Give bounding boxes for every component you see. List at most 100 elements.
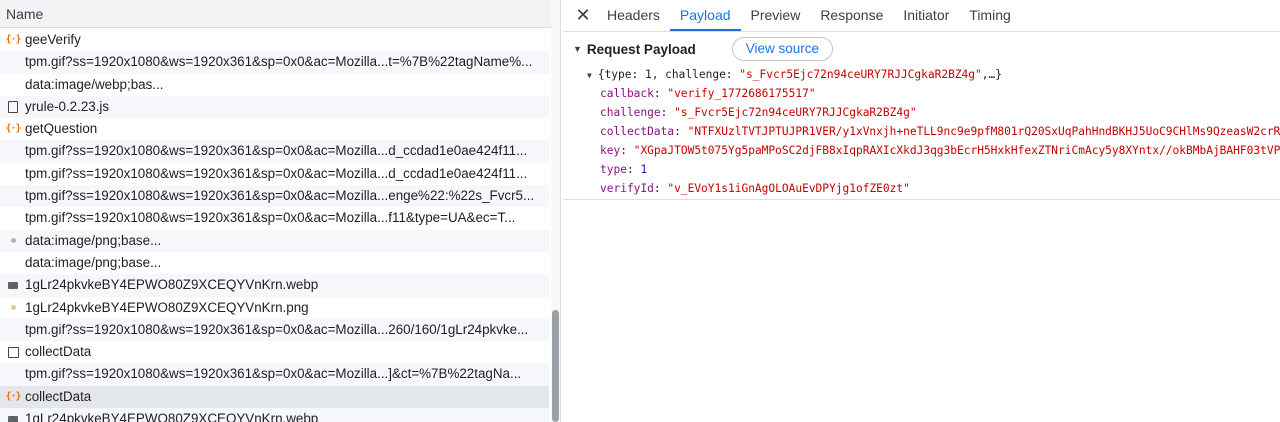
image-icon bbox=[6, 412, 20, 422]
request-row[interactable]: tpm.gif?ss=1920x1080&ws=1920x361&sp=0x0&… bbox=[0, 163, 549, 185]
payload-key: collectData bbox=[600, 125, 675, 138]
triangle-down-icon[interactable]: ▼ bbox=[573, 44, 582, 54]
name-column-header[interactable]: Name bbox=[0, 0, 560, 28]
payload-key: key bbox=[600, 144, 621, 157]
colon-separator: : bbox=[620, 144, 634, 157]
request-row[interactable]: 1gLr24pkvkeBY4EPWO80Z9XCEQYVnKrn.webp bbox=[0, 274, 549, 297]
colon-separator: : bbox=[653, 182, 668, 195]
request-name: data:image/png;base... bbox=[25, 254, 162, 270]
request-list-scrollbar[interactable] bbox=[551, 0, 560, 422]
request-name: 1gLr24pkvkeBY4EPWO80Z9XCEQYVnKrn.webp bbox=[25, 277, 319, 293]
xhr-icon: {·} bbox=[5, 122, 21, 136]
xhr-glyph: {·} bbox=[5, 34, 21, 45]
payload-value: "NTFXUzlTVTJPTUJPR1VER/y1xVnxjh+neTLL9nc… bbox=[687, 125, 1280, 138]
request-row[interactable]: {·} geeVerify bbox=[0, 29, 549, 51]
blank-icon bbox=[6, 167, 20, 181]
request-row[interactable]: tpm.gif?ss=1920x1080&ws=1920x361&sp=0x0&… bbox=[0, 207, 549, 229]
request-name: tpm.gif?ss=1920x1080&ws=1920x361&sp=0x0&… bbox=[25, 54, 533, 70]
colon-separator: : bbox=[626, 163, 641, 176]
xhr-icon: {·} bbox=[5, 33, 21, 47]
request-name: collectData bbox=[25, 344, 92, 360]
request-row[interactable]: tpm.gif?ss=1920x1080&ws=1920x361&sp=0x0&… bbox=[0, 318, 549, 342]
xhr-glyph: {·} bbox=[5, 123, 21, 135]
payload-field[interactable]: type: 1 bbox=[563, 160, 1280, 179]
blank-icon bbox=[6, 212, 20, 226]
request-name: tpm.gif?ss=1920x1080&ws=1920x361&sp=0x0&… bbox=[25, 188, 535, 204]
request-rows: {·} geeVerify tpm.gif?ss=1920x1080&ws=1920… bbox=[0, 29, 549, 422]
document-icon bbox=[6, 100, 20, 114]
request-name: 1gLr24pkvkeBY4EPWO80Z9XCEQYVnKrn.webp bbox=[25, 411, 319, 422]
summary-close: ,…} bbox=[981, 68, 1002, 81]
request-name: tpm.gif?ss=1920x1080&ws=1920x361&sp=0x0&… bbox=[25, 321, 529, 337]
payload-field[interactable]: challenge: "s_Fvcr5Ejc72n94ceURY7RJJCgka… bbox=[563, 103, 1280, 122]
blank-icon bbox=[6, 368, 20, 382]
request-list-pane: Name {·} geeVerify tpm.gif?ss=1920x1080&ws… bbox=[0, 0, 561, 422]
payload-key: type bbox=[600, 163, 627, 176]
payload-tree: ▼ {type: 1, challenge: "s_Fvcr5Ejc72n94ce… bbox=[563, 66, 1280, 198]
tab-timing[interactable]: Timing bbox=[959, 0, 1021, 31]
request-row[interactable]: 1gLr24pkvkeBY4EPWO80Z9XCEQYVnKrn.png bbox=[0, 297, 549, 319]
request-row[interactable]: 1gLr24pkvkeBY4EPWO80Z9XCEQYVnKrn.webp bbox=[0, 408, 549, 422]
colon-separator: : bbox=[660, 106, 675, 119]
image-icon bbox=[6, 278, 20, 292]
payload-summary[interactable]: ▼ {type: 1, challenge: "s_Fvcr5Ejc72n94ce… bbox=[563, 66, 1280, 84]
payload-value: "XGpaJTOW5t075Yg5paMPoSC2djFB8xIqpRAXIcX… bbox=[633, 144, 1280, 157]
payload-field[interactable]: key: "XGpaJTOW5t075Yg5paMPoSC2djFB8xIqpR… bbox=[563, 141, 1280, 160]
xhr-icon: {·} bbox=[5, 390, 21, 404]
blank-icon bbox=[6, 55, 20, 69]
request-row[interactable]: tpm.gif?ss=1920x1080&ws=1920x361&sp=0x0&… bbox=[0, 51, 549, 74]
request-row[interactable]: {·} collectData bbox=[0, 385, 549, 409]
blank-icon bbox=[6, 189, 20, 203]
request-row[interactable]: tpm.gif?ss=1920x1080&ws=1920x361&sp=0x0&… bbox=[0, 185, 549, 208]
scrollbar-thumb[interactable] bbox=[552, 310, 559, 422]
payload-value: "s_Fvcr5Ejc72n94ceURY7RJJCgkaR2BZ4g" bbox=[674, 106, 917, 119]
summary-open: {type: 1, challenge: bbox=[597, 68, 740, 81]
blank-icon bbox=[6, 256, 20, 270]
checkbox-glyph bbox=[7, 346, 19, 358]
request-name: tpm.gif?ss=1920x1080&ws=1920x361&sp=0x0&… bbox=[25, 210, 516, 226]
request-row[interactable]: tpm.gif?ss=1920x1080&ws=1920x361&sp=0x0&… bbox=[0, 363, 549, 386]
colon-separator: : bbox=[674, 125, 688, 138]
request-name: tpm.gif?ss=1920x1080&ws=1920x361&sp=0x0&… bbox=[25, 165, 528, 181]
payload-field[interactable]: callback: "verify_1772686175517" bbox=[563, 84, 1280, 103]
request-name: getQuestion bbox=[25, 121, 98, 137]
checkbox-icon bbox=[6, 345, 20, 359]
request-payload-section[interactable]: ▼ Request Payload View source bbox=[563, 32, 1280, 66]
colon-separator: : bbox=[653, 87, 668, 100]
request-name: tpm.gif?ss=1920x1080&ws=1920x361&sp=0x0&… bbox=[25, 143, 528, 159]
payload-key: verifyId bbox=[600, 182, 654, 195]
divider bbox=[563, 199, 1280, 200]
request-name: collectData bbox=[25, 388, 92, 404]
payload-value: "verify_1772686175517" bbox=[667, 87, 816, 100]
payload-field[interactable]: verifyId: "v_EVoY1s1iGnAgOLOAuEvDPYjg1of… bbox=[563, 179, 1280, 198]
request-row[interactable]: data:image/png;base... bbox=[0, 252, 549, 274]
request-detail-pane: ✕ Headers Payload Preview Response Initiator… bbox=[563, 0, 1280, 422]
payload-key: challenge bbox=[600, 106, 661, 119]
section-title: Request Payload bbox=[586, 41, 696, 57]
dot-glyph bbox=[10, 238, 16, 244]
request-name: data:image/png;base... bbox=[25, 232, 162, 248]
triangle-down-icon[interactable]: ▼ bbox=[587, 71, 592, 80]
request-row[interactable]: collectData bbox=[0, 341, 549, 363]
blank-icon bbox=[6, 323, 20, 337]
tab-headers[interactable]: Headers bbox=[597, 0, 670, 31]
image-glyph bbox=[8, 415, 18, 422]
tab-response[interactable]: Response bbox=[810, 0, 893, 31]
image-glyph bbox=[8, 281, 18, 289]
request-row[interactable]: {·} getQuestion bbox=[0, 118, 549, 140]
tan-dot-icon bbox=[6, 301, 20, 315]
payload-value: 1 bbox=[640, 163, 648, 176]
request-row[interactable]: data:image/png;base... bbox=[0, 229, 549, 252]
tab-preview[interactable]: Preview bbox=[741, 0, 811, 31]
tab-payload[interactable]: Payload bbox=[669, 0, 741, 31]
request-row[interactable]: yrule-0.2.23.js bbox=[0, 95, 549, 119]
payload-field[interactable]: collectData: "NTFXUzlTVTJPTUJPR1VER/y1xV… bbox=[563, 122, 1280, 141]
view-source-button[interactable]: View source bbox=[731, 37, 834, 61]
dot-glyph bbox=[10, 305, 16, 311]
request-row[interactable]: tpm.gif?ss=1920x1080&ws=1920x361&sp=0x0&… bbox=[0, 140, 549, 163]
tab-initiator[interactable]: Initiator bbox=[893, 0, 959, 31]
payload-fields: callback: "verify_1772686175517" challeng… bbox=[563, 84, 1280, 198]
close-icon[interactable]: ✕ bbox=[569, 0, 597, 31]
request-row[interactable]: data:image/webp;bas... bbox=[0, 74, 549, 96]
gray-dot-icon bbox=[6, 234, 20, 248]
